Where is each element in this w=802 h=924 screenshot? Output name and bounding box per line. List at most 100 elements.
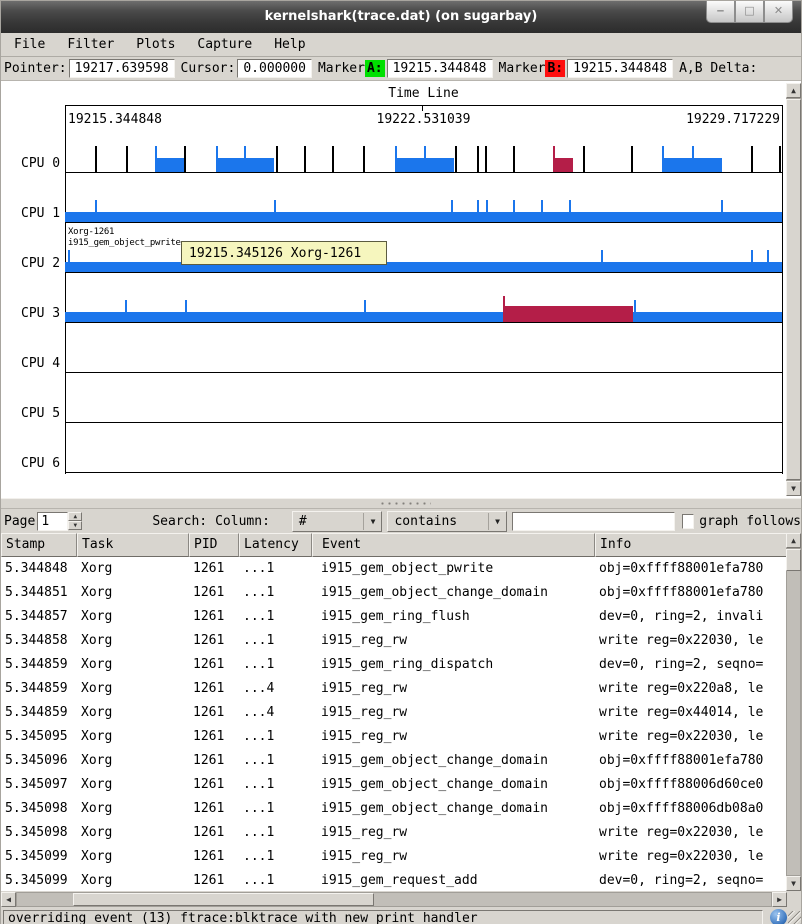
cpu-run-bar xyxy=(65,312,782,322)
graph-follows-checkbox[interactable] xyxy=(682,514,694,529)
list-horizontal-scrollbar[interactable]: ◀ ▶ xyxy=(1,891,801,909)
splitter-grip-icon[interactable] xyxy=(379,502,431,505)
hscrollbar-thumb[interactable] xyxy=(73,893,374,906)
event-tick xyxy=(601,250,603,262)
column-header-event[interactable]: Event xyxy=(312,533,595,557)
cell-latency: ...1 xyxy=(239,845,312,869)
table-row[interactable]: 5.344859Xorg1261...1i915_gem_ring_dispat… xyxy=(1,653,787,677)
cell-pid: 1261 xyxy=(189,821,239,845)
cell-latency: ...1 xyxy=(239,557,312,581)
cell-info: dev=0, ring=2, invali xyxy=(595,605,787,629)
cell-task: Xorg xyxy=(77,821,189,845)
cell-info: write reg=0x22030, le xyxy=(595,725,787,749)
menu-item-plots[interactable]: Plots xyxy=(125,34,186,56)
table-row[interactable]: 5.345097Xorg1261...1i915_gem_object_chan… xyxy=(1,773,787,797)
cpu-row-3[interactable] xyxy=(65,290,782,323)
chevron-down-icon[interactable]: ▼ xyxy=(363,513,381,530)
maximize-button[interactable]: □ xyxy=(735,1,764,23)
cell-latency: ...1 xyxy=(239,749,312,773)
scroll-up-icon[interactable]: ▲ xyxy=(786,83,801,98)
menu-item-help[interactable]: Help xyxy=(263,34,316,56)
status-bar: overriding event (13) ftrace:blktrace wi… xyxy=(1,909,801,924)
page-input[interactable]: 1 xyxy=(37,512,68,531)
scroll-down-icon[interactable]: ▼ xyxy=(786,876,801,891)
cell-event: i915_gem_object_change_domain xyxy=(312,581,595,605)
event-tick xyxy=(767,250,769,262)
table-row[interactable]: 5.344859Xorg1261...4i915_reg_rwwrite reg… xyxy=(1,677,787,701)
cpu-label-1: CPU 1 xyxy=(21,205,63,223)
scroll-right-icon[interactable]: ▶ xyxy=(772,892,787,907)
info-icon[interactable]: i xyxy=(770,909,787,924)
cell-task: Xorg xyxy=(77,629,189,653)
chevron-down-icon[interactable]: ▼ xyxy=(488,513,506,530)
page-spin-down-icon[interactable]: ▼ xyxy=(68,521,82,530)
table-row[interactable]: 5.344857Xorg1261...1i915_gem_ring_flushd… xyxy=(1,605,787,629)
search-input[interactable] xyxy=(512,512,675,531)
cell-info: obj=0xffff88006db08a0 xyxy=(595,797,787,821)
table-row[interactable]: 5.344858Xorg1261...1i915_reg_rwwrite reg… xyxy=(1,629,787,653)
cpu-row-1[interactable] xyxy=(65,190,782,223)
menu-item-capture[interactable]: Capture xyxy=(186,34,263,56)
cell-stamp: 5.345096 xyxy=(1,749,77,773)
column-select[interactable]: # ▼ xyxy=(292,511,383,532)
column-header-task[interactable]: Task xyxy=(77,533,189,557)
column-header-info[interactable]: Info xyxy=(595,533,787,557)
table-row[interactable]: 5.345095Xorg1261...1i915_reg_rwwrite reg… xyxy=(1,725,787,749)
table-row[interactable]: 5.344848Xorg1261...1i915_gem_object_pwri… xyxy=(1,557,787,581)
menu-item-filter[interactable]: Filter xyxy=(56,34,125,56)
cell-task: Xorg xyxy=(77,773,189,797)
graph-scrollbar-thumb[interactable] xyxy=(786,99,801,480)
pane-splitter[interactable] xyxy=(1,498,801,509)
title-bar[interactable]: kernelshark(trace.dat) (on sugarbay) ‒ □… xyxy=(1,1,801,33)
timeline-graph-pane[interactable]: Time Line 19215.344848 19222.531039 1922… xyxy=(1,81,801,498)
event-tick xyxy=(779,146,781,172)
scroll-down-icon[interactable]: ▼ xyxy=(786,481,801,496)
table-row[interactable]: 5.345099Xorg1261...1i915_reg_rwwrite reg… xyxy=(1,845,787,869)
event-tick xyxy=(274,200,276,212)
marker-b-badge[interactable]: B: xyxy=(545,60,565,77)
window-title: kernelshark(trace.dat) (on sugarbay) xyxy=(1,1,801,33)
cell-info: write reg=0x22030, le xyxy=(595,845,787,869)
column-header-latency[interactable]: Latency xyxy=(239,533,312,557)
graph-vertical-scrollbar[interactable]: ▲ ▼ xyxy=(786,83,801,496)
table-row[interactable]: 5.344851Xorg1261...1i915_gem_object_chan… xyxy=(1,581,787,605)
close-button[interactable]: ✕ xyxy=(764,1,793,23)
hovered-task-label: Xorg-1261 i915_gem_object_pwrite xyxy=(68,227,181,249)
minimize-button[interactable]: ‒ xyxy=(706,1,735,23)
timeline-title: Time Line xyxy=(65,86,782,101)
cell-pid: 1261 xyxy=(189,773,239,797)
match-select[interactable]: contains ▼ xyxy=(387,511,507,532)
table-row[interactable]: 5.345098Xorg1261...1i915_gem_object_chan… xyxy=(1,797,787,821)
table-row[interactable]: 5.345096Xorg1261...1i915_gem_object_chan… xyxy=(1,749,787,773)
cell-event: i915_reg_rw xyxy=(312,725,595,749)
resize-grip-icon[interactable] xyxy=(788,911,801,924)
cell-latency: ...1 xyxy=(239,653,312,677)
cpu-row-5[interactable] xyxy=(65,390,782,423)
cpu-row-4[interactable] xyxy=(65,340,782,373)
menu-item-file[interactable]: File xyxy=(3,34,56,56)
cpu-row-0[interactable] xyxy=(65,140,782,173)
scroll-left-icon[interactable]: ◀ xyxy=(1,892,16,907)
column-header-stamp[interactable]: Stamp xyxy=(1,533,77,557)
table-row[interactable]: 5.345098Xorg1261...1i915_reg_rwwrite reg… xyxy=(1,821,787,845)
table-row[interactable]: 5.344859Xorg1261...4i915_reg_rwwrite reg… xyxy=(1,701,787,725)
hovered-event-name: i915_gem_object_pwrite xyxy=(68,238,181,249)
list-scrollbar-trough[interactable] xyxy=(786,548,801,876)
task-bar xyxy=(155,158,184,172)
marker-info-bar: Pointer: 19217.639598 Cursor: 0.000000 M… xyxy=(1,57,801,81)
column-header-pid[interactable]: PID xyxy=(189,533,239,557)
hovered-task-name: Xorg-1261 xyxy=(68,227,181,238)
cell-stamp: 5.344859 xyxy=(1,677,77,701)
cell-stamp: 5.345095 xyxy=(1,725,77,749)
table-row[interactable]: 5.345099Xorg1261...1i915_gem_request_add… xyxy=(1,869,787,891)
list-scrollbar-thumb[interactable] xyxy=(786,549,801,571)
cpu-row-6[interactable] xyxy=(65,440,782,473)
event-tick xyxy=(244,146,246,172)
page-spin-up-icon[interactable]: ▲ xyxy=(68,512,82,521)
cpu-label-2: CPU 2 xyxy=(21,255,63,273)
marker-a-badge[interactable]: A: xyxy=(365,60,385,77)
list-vertical-scrollbar[interactable]: ▲ ▼ xyxy=(786,533,801,891)
event-tick xyxy=(451,200,453,212)
cell-task: Xorg xyxy=(77,749,189,773)
scroll-up-icon[interactable]: ▲ xyxy=(786,533,801,548)
